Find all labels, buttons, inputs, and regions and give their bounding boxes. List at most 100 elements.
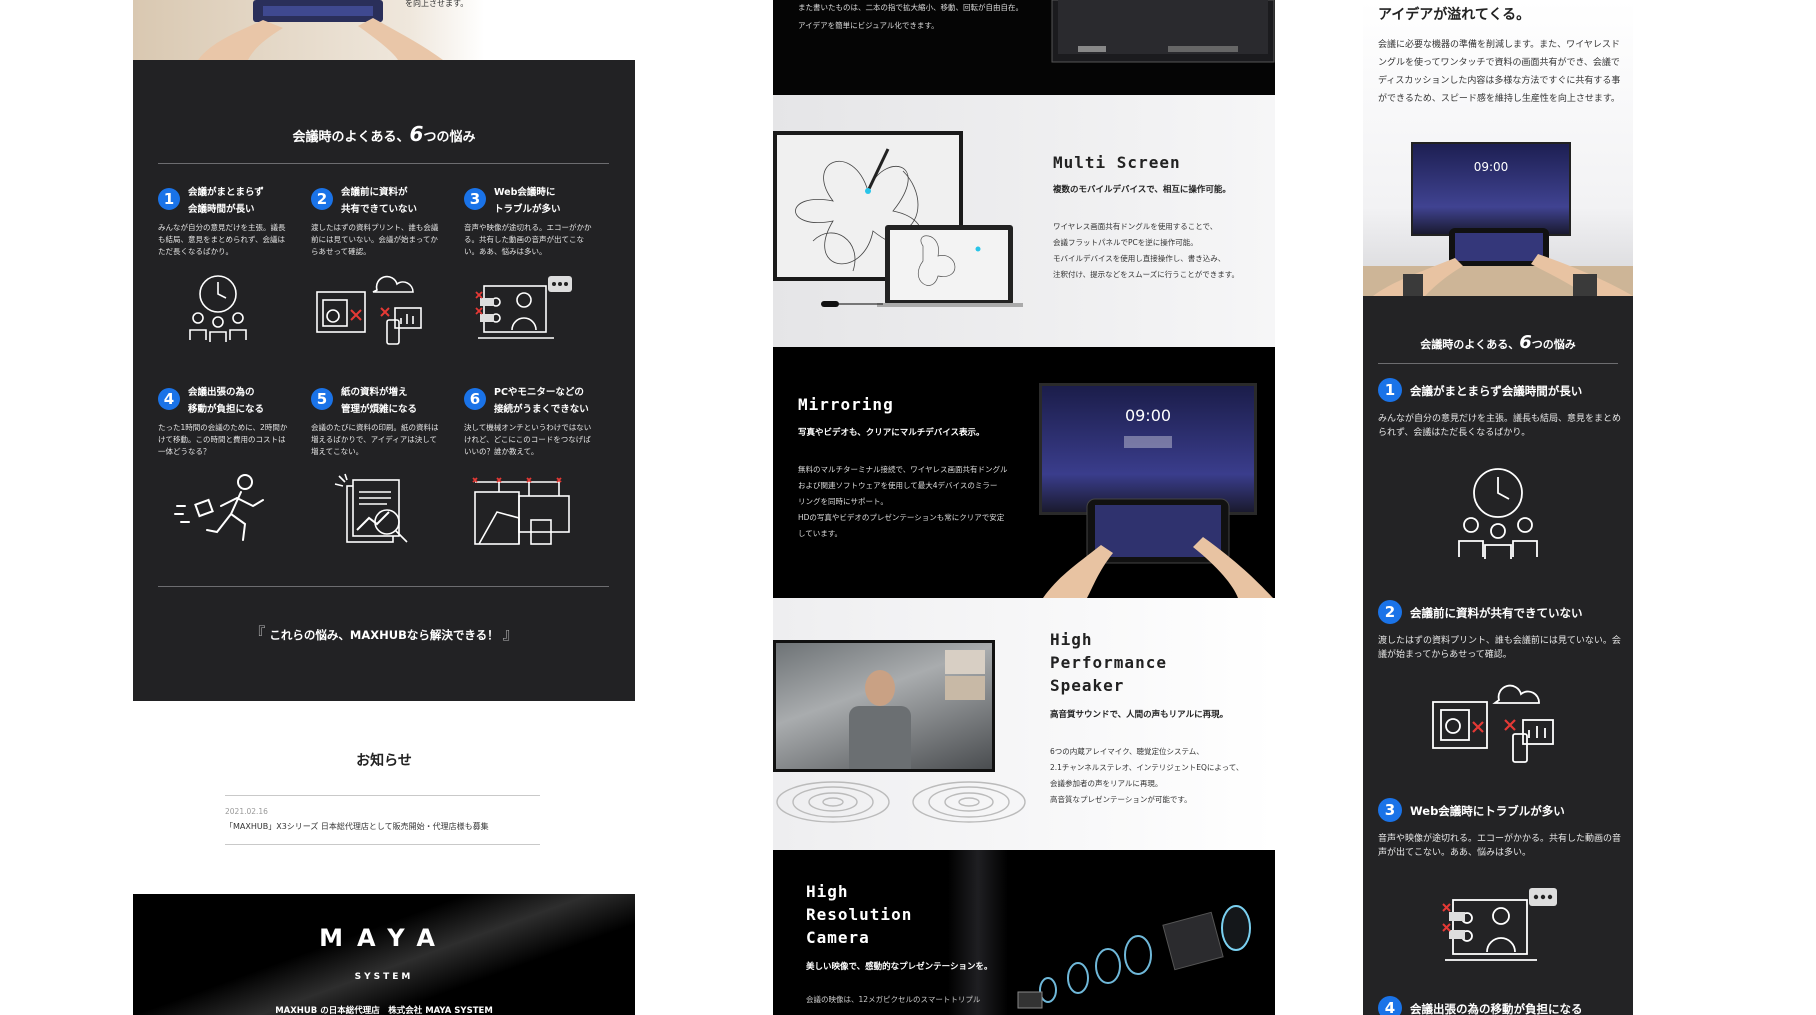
mirroring-body-3: リングを同時にサポート。	[798, 497, 888, 506]
hero-image: を向上させます。	[133, 0, 635, 60]
mobile-screen-clock: 09:00	[1473, 160, 1509, 174]
mobile-headline: アイデアが溢れてくる。	[1378, 7, 1531, 23]
footer-light-streak	[133, 894, 635, 1015]
features-page-preview: また書いたものは、二本の指で拡大縮小、移動、回転が自由自在。 アイデアを簡単にビ…	[773, 0, 1275, 1015]
bracket-close: 』	[502, 624, 519, 643]
mirroring-body-1: 無料のマルチターミナル接続で、ワイヤレス画面共有ドングル	[798, 465, 1008, 474]
sound-waves-image	[776, 781, 1026, 823]
problem-title: Web会議時に トラブルが多い	[494, 187, 561, 215]
meeting-clock-icon	[1458, 468, 1538, 559]
multi-screen-heading: Multi Screen	[1053, 153, 1181, 172]
multi-screen-body-3: モバイルデバイスを使用し直接操作し、書き込み、	[1053, 254, 1226, 263]
app-icons	[1124, 436, 1172, 448]
news-heading: お知らせ	[356, 753, 412, 769]
desktop-page-preview: を向上させます。 会議時のよくある、6つの悩み 1 会議がまとまらず 会議時間が…	[133, 0, 635, 1015]
mirroring-section: Mirroring 写真やビデオも、クリアにマルチデバイス表示。 無料のマルチタ…	[773, 347, 1275, 598]
footer: MAYA SYSTEM MAXHUB の日本総代理店 株式会社 MAYA SYS…	[133, 894, 635, 1015]
web-meeting-trouble-icon	[475, 276, 572, 339]
paper-documents-icon	[334, 473, 408, 543]
multi-screen-section: Multi Screen 複数のモバイルデバイスで、相互に操作可能。 ワイヤレス…	[773, 95, 1275, 347]
multi-screen-body-4: 注釈付け、提示などをスムーズに行うことができます。	[1053, 270, 1239, 279]
mobile-hands-tablet-image	[1363, 228, 1633, 296]
document-sharing-icon	[316, 275, 422, 345]
problem-title: 会議前に資料が 共有できていない	[341, 187, 418, 215]
footer-company: MAXHUB の日本総代理店 株式会社 MAYA SYSTEM	[275, 1006, 493, 1015]
multi-screen-body-2: 会議フラットパネルでPCを逆に操作可能。	[1053, 238, 1198, 247]
mobile-intro: 会議に必要な機器の準備を削減します。また、ワイヤレスドングルを使ってワンタッチで…	[1378, 40, 1621, 104]
solution-callout: 『 これらの悩み、MAXHUBなら解決できる！ 』	[133, 620, 635, 644]
handwriting-section: また書いたものは、二本の指で拡大縮小、移動、回転が自由自在。 アイデアを簡単にビ…	[773, 0, 1275, 95]
mirroring-heading: Mirroring	[798, 395, 894, 414]
intro-line-1: また書いたものは、二本の指で拡大縮小、移動、回転が自由自在。	[798, 3, 1023, 12]
problem-title: 会議出張の為の移動が負担になる	[1410, 1002, 1583, 1015]
problem-number: 4	[1378, 996, 1402, 1015]
problem-number: 4	[158, 388, 180, 410]
mobile-page-preview: アイデアが溢れてくる。 会議に必要な機器の準備を削減します。また、ワイヤレスドン…	[1363, 0, 1633, 1015]
problems-heading-pre: 会議時のよくある、	[292, 130, 410, 145]
speaker-heading: High Performance Speaker	[1050, 630, 1167, 695]
camera-heading: High Resolution Camera	[806, 882, 913, 947]
speaker-body-2: 2.1チャンネルステレオ、インテリジェントEQによって、	[1050, 763, 1244, 772]
speaker-body-4: 高音質なプレゼンテーションが可能です。	[1050, 795, 1192, 804]
problem-number: 5	[311, 388, 333, 410]
problem-title: 紙の資料が増え 管理が煩雑になる	[341, 387, 418, 415]
mobile-hero: アイデアが溢れてくる。 会議に必要な機器の準備を削減します。また、ワイヤレスドン…	[1363, 0, 1633, 296]
news-link[interactable]: 「MAXHUB」X3シリーズ 日本総代理店として販売開始・代理店様も募集	[225, 821, 489, 832]
web-meeting-trouble-icon	[1442, 888, 1557, 961]
problem-title: 会議がまとまらず 会議時間が長い	[188, 187, 264, 215]
multi-screen-body-1: ワイヤレス画面共有ドングルを使用することで、	[1053, 222, 1218, 231]
mirroring-body-4: HDの写真やビデオのプレゼンテーションも常にクリアで安定	[798, 513, 1005, 522]
multi-screen-subtitle: 複数のモバイルデバイスで、相互に操作可能。	[1053, 185, 1231, 195]
divider	[158, 586, 609, 587]
speaker-body-3: 会議参加者の声をリアルに再現。	[1050, 779, 1163, 788]
problem-number: 2	[311, 188, 333, 210]
camera-section: High Resolution Camera 美しい映像で、感動的なプレゼンテー…	[773, 850, 1275, 1015]
problem-description: 音声や映像が途切れる。エコーがかかる。共有した動画の音声が出てこない。ああ、悩み…	[1378, 834, 1622, 858]
problem-description: 音声や映像が途切れる。エコーがかかる。共有した動画の音声が出てこない。ああ、悩み…	[464, 223, 592, 256]
logo-subtitle: SYSTEM	[354, 972, 414, 982]
problem-description: 決して機械オンチというわけではないけれど、どこにこのコードをつなげばいいの？誰か…	[464, 423, 592, 456]
document-sharing-icon	[1432, 684, 1554, 763]
multi-screen-devices-image	[773, 131, 1023, 307]
camera-lens-image	[1017, 905, 1251, 1009]
solution-text: これらの悩み、MAXHUBなら解決できる！	[269, 628, 499, 642]
problems-section	[133, 60, 635, 701]
problem-description: 渡したはずの資料プリント、誰も会議前には見ていない。会議が始まってからあせって確…	[311, 223, 439, 256]
mobile-problems-heading-post: つの悩み	[1531, 338, 1576, 351]
problem-description: みんなが自分の意見だけを主張。議長も結局、意見をまとめられず、会議はただ長くなる…	[158, 223, 286, 256]
camera-subtitle: 美しい映像で、感動的なプレゼンテーションを。	[806, 962, 993, 972]
hands-tablet-image	[198, 0, 443, 60]
problem-number: 3	[464, 188, 486, 210]
problem-number: 2	[1378, 600, 1402, 624]
mobile-screen-image: 09:00	[1411, 142, 1571, 236]
problem-description: 会議のたびに資料の印刷。紙の資料は増えるばかりで、アイディアは決して増えてこない…	[311, 423, 439, 456]
tablet-hands-image	[1043, 498, 1273, 598]
camera-body-1: 会議の映像は、12メガピクセルのスマートトリプル	[806, 995, 981, 1004]
divider	[225, 844, 540, 845]
video-call-image	[773, 640, 995, 772]
problem-description: たった1時間の会議のために、2時間かけて移動。この時間と費用のコストは一体どうな…	[158, 423, 288, 456]
news-date: 2021.02.16	[225, 807, 268, 816]
problems-heading: 会議時のよくある、6つの悩み	[133, 122, 635, 146]
problem-title: Web会議時にトラブルが多い	[1410, 804, 1565, 818]
mobile-problems-heading-pre: 会議時のよくある、	[1420, 338, 1520, 351]
divider	[1378, 363, 1618, 364]
problem-title: 会議前に資料が共有できていない	[1410, 606, 1583, 620]
problem-title: 会議がまとまらず会議時間が長い	[1410, 384, 1583, 398]
bracket-open: 『	[249, 624, 266, 643]
divider	[225, 795, 540, 796]
speaker-body-1: 6つの内蔵アレイマイク、聴覚定位システム、	[1050, 747, 1204, 756]
mirroring-body-5: しています。	[798, 529, 843, 538]
problem-title: 会議出張の為の 移動が負担になる	[188, 387, 265, 415]
problem-number: 1	[158, 188, 180, 210]
maya-system-logo[interactable]: MAYA	[133, 924, 635, 952]
screen-clock: 09:00	[1124, 406, 1172, 425]
speaker-section: High Performance Speaker 高音質サウンドで、人間の声もリ…	[773, 598, 1275, 850]
mirroring-body-2: および関連ソフトウェアを使用して最大4デバイスのミラー	[798, 481, 998, 490]
problem-number: 6	[464, 388, 486, 410]
mobile-problems-heading-number: 6	[1519, 332, 1532, 353]
intro-line-2: アイデアを簡単にビジュアル化できます。	[798, 21, 939, 30]
hero-caption: を向上させます。	[405, 0, 469, 8]
problem-title: PCやモニターなどの 接続がうまくできない	[494, 387, 589, 415]
problem-description: 渡したはずの資料プリント、誰も会議前には見ていない。会議が始まってからあせって確…	[1378, 636, 1621, 660]
